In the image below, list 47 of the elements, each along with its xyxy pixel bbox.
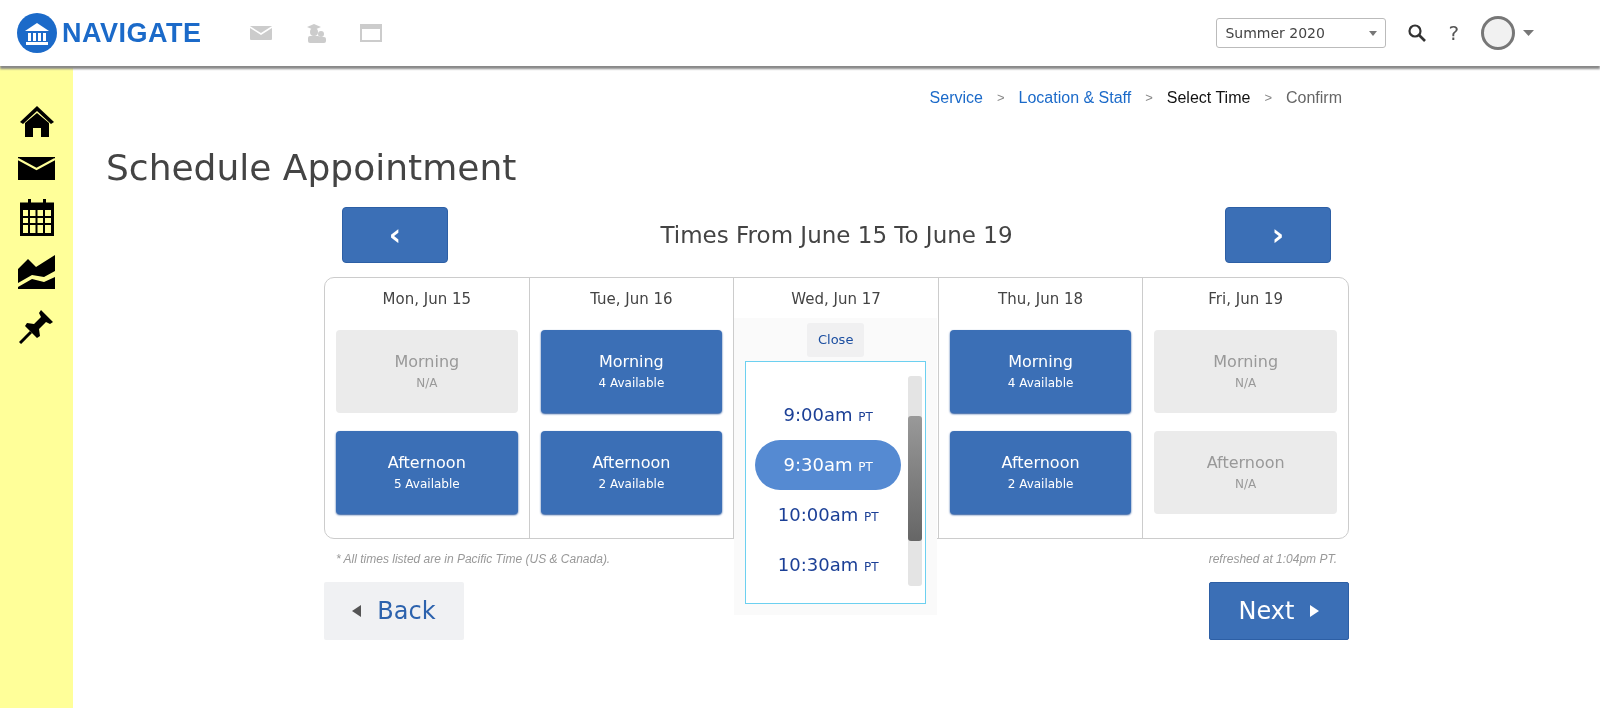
area-chart-icon[interactable] [18,255,55,289]
refreshed-note: refreshed at 1:04pm PT. [1208,551,1337,569]
day-header: Thu, Jun 18 [997,289,1085,311]
avatar-icon[interactable] [1481,16,1515,50]
page-title: Schedule Appointment [106,146,518,190]
time-slot-button[interactable]: Afternoon 2 Available [949,430,1132,514]
time-option[interactable]: 9:00am PT [755,389,902,440]
day-header: Mon, Jun 15 [381,289,473,311]
mail-icon[interactable] [18,157,55,180]
back-button[interactable]: Back [324,582,464,641]
day-header: Wed, Jun 17 [790,289,882,311]
week-title: Times From June 15 To June 19 [660,220,1013,250]
help-button[interactable]: ? [1448,18,1459,48]
caret-icon [1369,30,1378,36]
breadcrumb-item: Confirm [1286,88,1342,108]
term-select[interactable]: Summer 2020 [1216,18,1387,48]
caret-icon[interactable] [1523,30,1534,36]
search-icon[interactable] [1408,24,1427,42]
logo-icon[interactable] [16,12,58,54]
pushpin-icon[interactable] [18,308,55,344]
scrollbar-thumb[interactable] [908,415,923,541]
close-button[interactable]: Close [806,323,865,357]
day-header: Fri, Jun 19 [1207,289,1284,311]
breadcrumb-separator: > [1264,89,1272,108]
time-slot-button[interactable]: Morning 4 Available [949,329,1132,413]
caret-left-icon [352,605,362,618]
timezone-note: * All times listed are in Pacific Time (US & Canada). [336,551,611,569]
breadcrumb-item[interactable]: Location & Staff [1018,86,1132,110]
breadcrumb-separator: > [996,89,1005,108]
scrollbar[interactable] [908,375,923,586]
caret-right-icon [1310,605,1320,618]
time-option[interactable]: 9:30am PT [755,439,902,490]
breadcrumb-separator: > [1145,89,1153,108]
home-icon[interactable] [18,104,55,138]
breadcrumb-item[interactable]: Service [929,86,983,110]
time-option[interactable]: 10:30am PT [755,539,902,590]
time-slot-button[interactable]: Afternoon 5 Available [336,430,518,514]
logo-text[interactable]: NAVIGATE [62,12,202,54]
day-header: Tue, Jun 16 [589,289,674,311]
previous-week-button[interactable]: ‹ [342,207,448,264]
next-button[interactable]: Next [1209,582,1349,641]
next-week-button[interactable]: › [1225,207,1331,264]
time-slot-button[interactable]: Morning 4 Available [540,329,723,413]
calendar-icon[interactable] [19,199,54,236]
time-slot-button[interactable]: Afternoon 2 Available [540,430,723,514]
time-option[interactable]: 10:00am PT [755,489,902,540]
breadcrumb-item: Select Time [1166,88,1251,108]
